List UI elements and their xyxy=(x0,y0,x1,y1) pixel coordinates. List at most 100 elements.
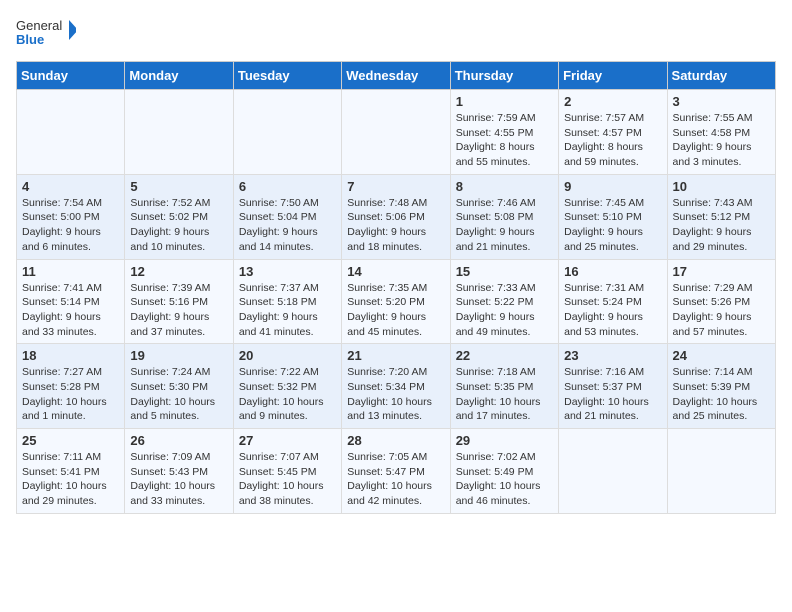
day-number: 19 xyxy=(130,348,227,363)
calendar-day-cell: 12 Sunrise: 7:39 AM Sunset: 5:16 PM Dayli… xyxy=(125,259,233,344)
day-info: Sunrise: 7:02 AM Sunset: 5:49 PM Dayligh… xyxy=(456,450,553,509)
calendar-week-row: 25 Sunrise: 7:11 AM Sunset: 5:41 PM Dayli… xyxy=(17,429,776,514)
calendar-day-cell: 25 Sunrise: 7:11 AM Sunset: 5:41 PM Dayli… xyxy=(17,429,125,514)
calendar-day-cell: 11 Sunrise: 7:41 AM Sunset: 5:14 PM Dayli… xyxy=(17,259,125,344)
calendar-day-cell: 13Sunrise: 7:37 AM Sunset: 5:18 PM Dayli… xyxy=(233,259,341,344)
calendar-day-cell xyxy=(667,429,775,514)
calendar-day-cell: 19 Sunrise: 7:24 AM Sunset: 5:30 PM Dayli… xyxy=(125,344,233,429)
day-info: Sunrise: 7:55 AM Sunset: 4:58 PM Dayligh… xyxy=(673,111,770,170)
day-info: Sunrise: 7:45 AM Sunset: 5:10 PM Dayligh… xyxy=(564,196,661,255)
calendar-body: 1 Sunrise: 7:59 AM Sunset: 4:55 PM Daylig… xyxy=(17,90,776,514)
day-number: 17 xyxy=(673,264,770,279)
day-info: Sunrise: 7:07 AM Sunset: 5:45 PM Dayligh… xyxy=(239,450,336,509)
day-number: 10 xyxy=(673,179,770,194)
day-info: Sunrise: 7:54 AM Sunset: 5:00 PM Dayligh… xyxy=(22,196,119,255)
calendar-day-cell: 20 Sunrise: 7:22 AM Sunset: 5:32 PM Dayli… xyxy=(233,344,341,429)
day-of-week-header: Tuesday xyxy=(233,62,341,90)
day-number: 26 xyxy=(130,433,227,448)
logo-svg: General Blue xyxy=(16,16,76,51)
day-number: 4 xyxy=(22,179,119,194)
day-info: Sunrise: 7:57 AM Sunset: 4:57 PM Dayligh… xyxy=(564,111,661,170)
day-info: Sunrise: 7:18 AM Sunset: 5:35 PM Dayligh… xyxy=(456,365,553,424)
day-number: 1 xyxy=(456,94,553,109)
calendar-day-cell: 15Sunrise: 7:33 AM Sunset: 5:22 PM Dayli… xyxy=(450,259,558,344)
day-number: 18 xyxy=(22,348,119,363)
day-of-week-header: Thursday xyxy=(450,62,558,90)
day-number: 9 xyxy=(564,179,661,194)
calendar-day-cell: 10 Sunrise: 7:43 AM Sunset: 5:12 PM Dayli… xyxy=(667,174,775,259)
day-number: 28 xyxy=(347,433,444,448)
calendar-day-cell: 18 Sunrise: 7:27 AM Sunset: 5:28 PM Dayli… xyxy=(17,344,125,429)
day-number: 21 xyxy=(347,348,444,363)
calendar-day-cell: 9 Sunrise: 7:45 AM Sunset: 5:10 PM Daylig… xyxy=(559,174,667,259)
day-number: 20 xyxy=(239,348,336,363)
calendar-day-cell: 2 Sunrise: 7:57 AM Sunset: 4:57 PM Daylig… xyxy=(559,90,667,175)
day-info: Sunrise: 7:20 AM Sunset: 5:34 PM Dayligh… xyxy=(347,365,444,424)
day-info: Sunrise: 7:29 AM Sunset: 5:26 PM Dayligh… xyxy=(673,281,770,340)
calendar-week-row: 1 Sunrise: 7:59 AM Sunset: 4:55 PM Daylig… xyxy=(17,90,776,175)
calendar-day-cell: 29 Sunrise: 7:02 AM Sunset: 5:49 PM Dayli… xyxy=(450,429,558,514)
day-number: 27 xyxy=(239,433,336,448)
day-info: Sunrise: 7:24 AM Sunset: 5:30 PM Dayligh… xyxy=(130,365,227,424)
day-info: Sunrise: 7:11 AM Sunset: 5:41 PM Dayligh… xyxy=(22,450,119,509)
day-info: Sunrise: 7:31 AM Sunset: 5:24 PM Dayligh… xyxy=(564,281,661,340)
header: General Blue xyxy=(16,16,776,51)
day-number: 3 xyxy=(673,94,770,109)
calendar-day-cell: 8Sunrise: 7:46 AM Sunset: 5:08 PM Daylig… xyxy=(450,174,558,259)
calendar-day-cell xyxy=(125,90,233,175)
day-info: Sunrise: 7:52 AM Sunset: 5:02 PM Dayligh… xyxy=(130,196,227,255)
day-number: 16 xyxy=(564,264,661,279)
calendar-day-cell: 26Sunrise: 7:09 AM Sunset: 5:43 PM Dayli… xyxy=(125,429,233,514)
day-number: 6 xyxy=(239,179,336,194)
day-info: Sunrise: 7:43 AM Sunset: 5:12 PM Dayligh… xyxy=(673,196,770,255)
day-info: Sunrise: 7:35 AM Sunset: 5:20 PM Dayligh… xyxy=(347,281,444,340)
calendar-header-row: SundayMondayTuesdayWednesdayThursdayFrid… xyxy=(17,62,776,90)
day-number: 25 xyxy=(22,433,119,448)
day-number: 12 xyxy=(130,264,227,279)
day-info: Sunrise: 7:46 AM Sunset: 5:08 PM Dayligh… xyxy=(456,196,553,255)
day-info: Sunrise: 7:59 AM Sunset: 4:55 PM Dayligh… xyxy=(456,111,553,170)
calendar-day-cell xyxy=(17,90,125,175)
day-number: 24 xyxy=(673,348,770,363)
svg-text:Blue: Blue xyxy=(16,32,44,47)
day-of-week-header: Friday xyxy=(559,62,667,90)
calendar-day-cell: 24Sunrise: 7:14 AM Sunset: 5:39 PM Dayli… xyxy=(667,344,775,429)
day-info: Sunrise: 7:50 AM Sunset: 5:04 PM Dayligh… xyxy=(239,196,336,255)
calendar-day-cell: 4 Sunrise: 7:54 AM Sunset: 5:00 PM Daylig… xyxy=(17,174,125,259)
day-info: Sunrise: 7:37 AM Sunset: 5:18 PM Dayligh… xyxy=(239,281,336,340)
day-number: 14 xyxy=(347,264,444,279)
day-info: Sunrise: 7:48 AM Sunset: 5:06 PM Dayligh… xyxy=(347,196,444,255)
calendar-day-cell: 28Sunrise: 7:05 AM Sunset: 5:47 PM Dayli… xyxy=(342,429,450,514)
calendar-day-cell: 23 Sunrise: 7:16 AM Sunset: 5:37 PM Dayli… xyxy=(559,344,667,429)
day-number: 11 xyxy=(22,264,119,279)
day-of-week-header: Saturday xyxy=(667,62,775,90)
day-info: Sunrise: 7:22 AM Sunset: 5:32 PM Dayligh… xyxy=(239,365,336,424)
day-of-week-header: Wednesday xyxy=(342,62,450,90)
calendar-day-cell: 3 Sunrise: 7:55 AM Sunset: 4:58 PM Daylig… xyxy=(667,90,775,175)
calendar-day-cell: 21 Sunrise: 7:20 AM Sunset: 5:34 PM Dayli… xyxy=(342,344,450,429)
calendar-day-cell: 7 Sunrise: 7:48 AM Sunset: 5:06 PM Daylig… xyxy=(342,174,450,259)
day-number: 5 xyxy=(130,179,227,194)
day-number: 2 xyxy=(564,94,661,109)
day-info: Sunrise: 7:16 AM Sunset: 5:37 PM Dayligh… xyxy=(564,365,661,424)
calendar-day-cell: 14 Sunrise: 7:35 AM Sunset: 5:20 PM Dayli… xyxy=(342,259,450,344)
day-info: Sunrise: 7:27 AM Sunset: 5:28 PM Dayligh… xyxy=(22,365,119,424)
logo: General Blue xyxy=(16,16,76,51)
day-info: Sunrise: 7:33 AM Sunset: 5:22 PM Dayligh… xyxy=(456,281,553,340)
calendar-day-cell: 17 Sunrise: 7:29 AM Sunset: 5:26 PM Dayli… xyxy=(667,259,775,344)
calendar-day-cell: 22Sunrise: 7:18 AM Sunset: 5:35 PM Dayli… xyxy=(450,344,558,429)
calendar-day-cell: 27 Sunrise: 7:07 AM Sunset: 5:45 PM Dayli… xyxy=(233,429,341,514)
calendar-day-cell: 16 Sunrise: 7:31 AM Sunset: 5:24 PM Dayli… xyxy=(559,259,667,344)
svg-text:General: General xyxy=(16,18,62,33)
calendar-week-row: 18 Sunrise: 7:27 AM Sunset: 5:28 PM Dayli… xyxy=(17,344,776,429)
day-number: 23 xyxy=(564,348,661,363)
day-number: 29 xyxy=(456,433,553,448)
day-of-week-header: Sunday xyxy=(17,62,125,90)
calendar-day-cell xyxy=(559,429,667,514)
calendar-day-cell xyxy=(342,90,450,175)
day-info: Sunrise: 7:39 AM Sunset: 5:16 PM Dayligh… xyxy=(130,281,227,340)
day-number: 7 xyxy=(347,179,444,194)
day-info: Sunrise: 7:41 AM Sunset: 5:14 PM Dayligh… xyxy=(22,281,119,340)
calendar-day-cell: 6 Sunrise: 7:50 AM Sunset: 5:04 PM Daylig… xyxy=(233,174,341,259)
calendar-table: SundayMondayTuesdayWednesdayThursdayFrid… xyxy=(16,61,776,514)
